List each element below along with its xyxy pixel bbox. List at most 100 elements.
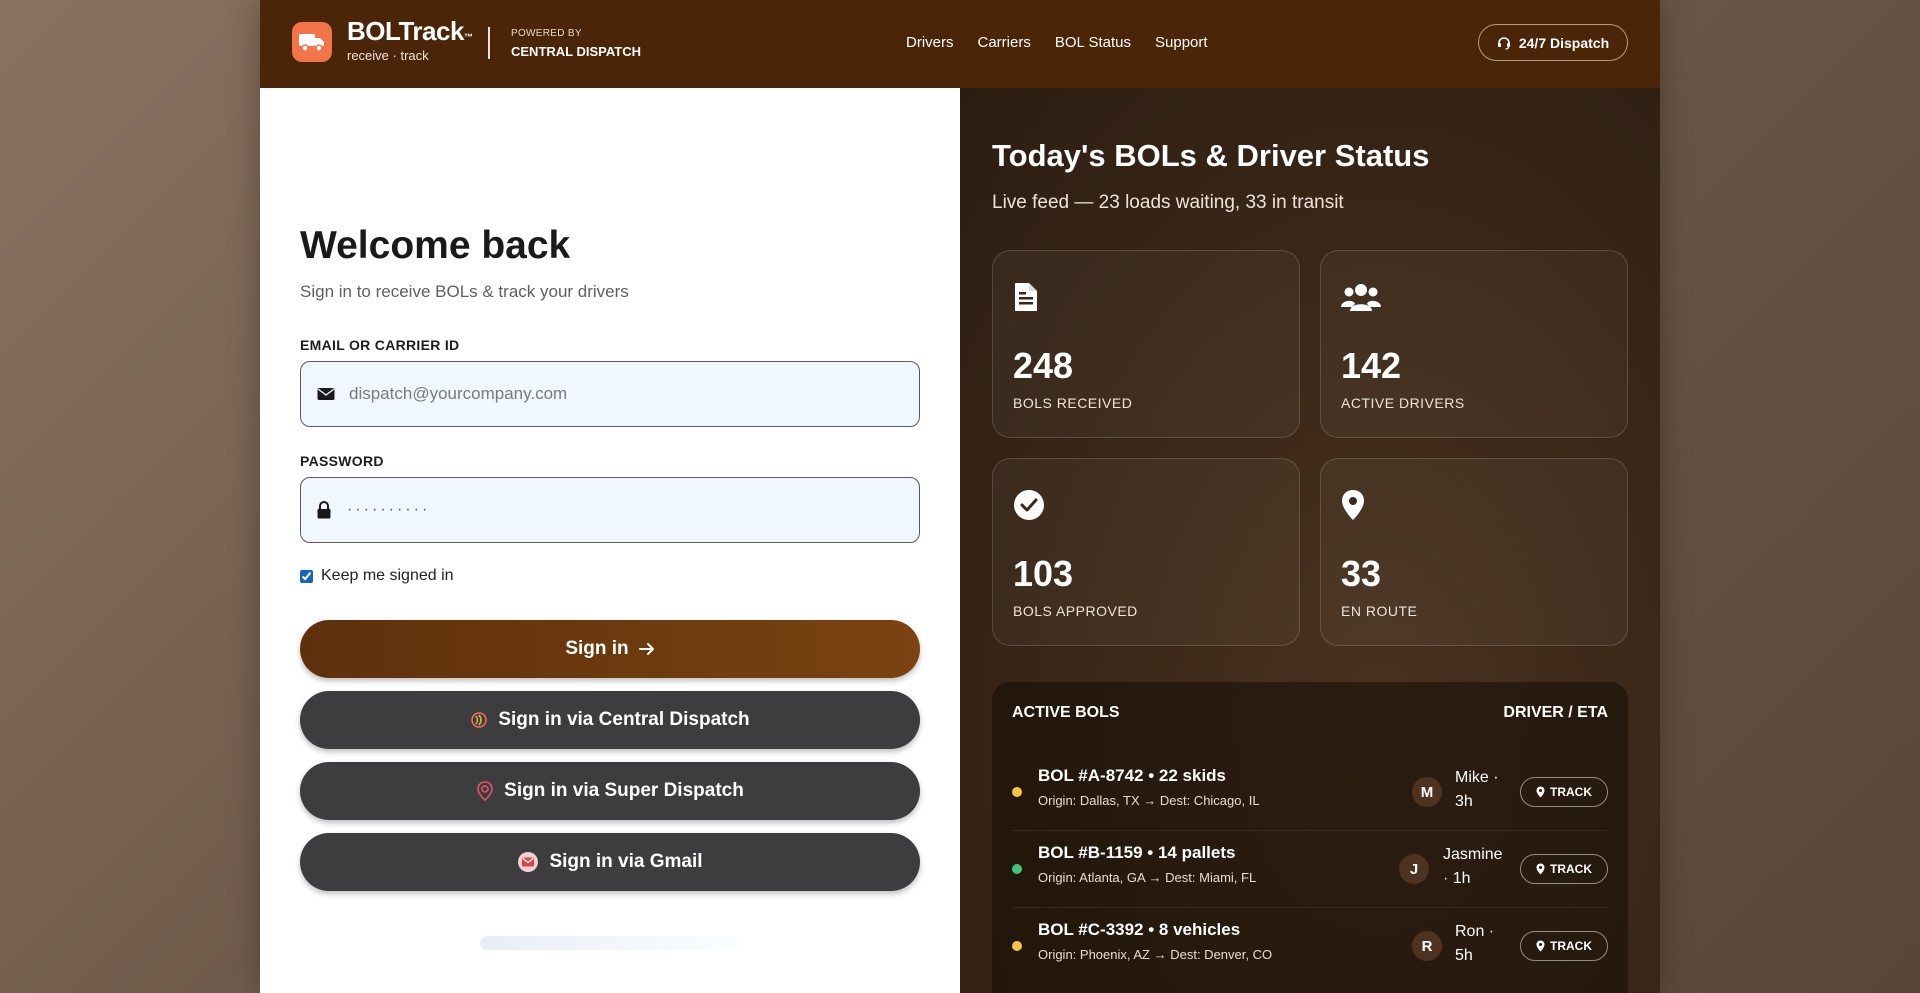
- track-button[interactable]: TRACK: [1520, 854, 1608, 884]
- nav-drivers[interactable]: Drivers: [906, 32, 954, 54]
- bol-row[interactable]: BOL #B-1159 • 14 pallets Origin: Atlanta…: [1012, 831, 1608, 908]
- driver-eta: Jasmine · 1h: [1443, 843, 1503, 891]
- stat-value: 248: [1013, 345, 1074, 386]
- active-bols-heading: ACTIVE BOLS: [1012, 704, 1120, 721]
- map-pin-icon: [1342, 490, 1364, 520]
- email-field[interactable]: [349, 384, 889, 404]
- driver-eta: Ron · 5h: [1455, 920, 1494, 968]
- central-dispatch-signin-label: Sign in via Central Dispatch: [498, 709, 750, 730]
- status-dot: [1012, 787, 1022, 797]
- stat-value: 103: [1013, 553, 1074, 594]
- central-dispatch-icon: [471, 712, 488, 728]
- login-title: Welcome back: [300, 224, 571, 267]
- login-panel: Welcome back Sign in to receive BOLs & t…: [260, 88, 960, 993]
- map-pin-icon: [1536, 786, 1545, 798]
- driver-avatar: J: [1399, 854, 1429, 884]
- bol-route: Origin: Phoenix, AZ → Dest: Denver, CO: [1038, 947, 1273, 962]
- powered-by-name: CENTRAL DISPATCH: [511, 44, 641, 59]
- login-subtitle: Sign in to receive BOLs & track your dri…: [300, 282, 629, 301]
- gmail-icon: [518, 852, 539, 872]
- driver-avatar: R: [1412, 931, 1442, 961]
- sign-in-button[interactable]: Sign in: [300, 620, 920, 678]
- remember-checkbox[interactable]: [300, 569, 313, 583]
- truck-logo-icon[interactable]: [292, 22, 332, 62]
- nav-bol-status[interactable]: BOL Status: [1055, 32, 1131, 54]
- brand-name: BOLTrack: [347, 16, 464, 46]
- track-label: TRACK: [1550, 939, 1592, 953]
- password-label: PASSWORD: [300, 453, 384, 469]
- password-field[interactable]: ··········: [300, 477, 920, 543]
- active-bols-card: ACTIVE BOLS DRIVER / ETA BOL #A-8742 • 2…: [992, 682, 1628, 993]
- driver-eta-time: 3h: [1455, 793, 1473, 810]
- stat-en-route: 33 EN ROUTE: [1320, 458, 1628, 646]
- bol-row[interactable]: BOL #C-3392 • 8 vehicles Origin: Phoenix…: [1012, 908, 1608, 985]
- stat-label: BOLS APPROVED: [1013, 603, 1138, 619]
- users-icon: [1341, 284, 1381, 311]
- stat-bols-approved: 103 BOLS APPROVED: [992, 458, 1300, 646]
- email-label: EMAIL OR CARRIER ID: [300, 337, 460, 353]
- dispatch-button[interactable]: 24/7 Dispatch: [1478, 24, 1628, 61]
- arrow-right-icon: [638, 643, 654, 655]
- sign-in-label: Sign in: [565, 638, 629, 659]
- super-dispatch-icon: [477, 781, 493, 801]
- driver-name: Mike ·: [1455, 769, 1499, 786]
- brand-tagline: receive · track: [347, 48, 429, 63]
- nav-carriers[interactable]: Carriers: [978, 32, 1031, 54]
- super-dispatch-signin-button[interactable]: Sign in via Super Dispatch: [300, 762, 920, 820]
- check-circle-icon: [1014, 490, 1044, 520]
- status-dot: [1012, 864, 1022, 874]
- powered-by: POWERED BY CENTRAL DISPATCH: [511, 28, 641, 61]
- password-value: ··········: [347, 501, 431, 518]
- track-label: TRACK: [1550, 862, 1592, 876]
- lock-icon: [317, 501, 331, 519]
- remember-me[interactable]: Keep me signed in: [300, 567, 454, 585]
- stat-active-drivers: 142 ACTIVE DRIVERS: [1320, 250, 1628, 438]
- bol-title: BOL #C-3392 • 8 vehicles: [1038, 920, 1241, 939]
- envelope-icon: [317, 388, 335, 400]
- driver-avatar: M: [1412, 777, 1442, 807]
- status-panel: Today's BOLs & Driver Status Live feed —…: [960, 88, 1660, 993]
- map-pin-icon: [1536, 863, 1545, 875]
- stat-bols-received: 248 BOLS RECEIVED: [992, 250, 1300, 438]
- stat-label: BOLS RECEIVED: [1013, 395, 1133, 411]
- driver-eta: Mike · 3h: [1455, 766, 1499, 814]
- track-button[interactable]: TRACK: [1520, 931, 1608, 961]
- driver-eta-time: · 1h: [1443, 870, 1471, 887]
- status-dot: [1012, 941, 1022, 951]
- headset-icon: [1497, 36, 1510, 50]
- track-label: TRACK: [1550, 785, 1592, 799]
- bol-title: BOL #A-8742 • 22 skids: [1038, 766, 1227, 785]
- driver-name: Ron ·: [1455, 923, 1495, 940]
- status-subtitle: Live feed — 23 loads waiting, 33 in tran…: [992, 192, 1344, 213]
- bol-route: Origin: Dallas, TX → Dest: Chicago, IL: [1038, 793, 1260, 808]
- map-pin-icon: [1536, 940, 1545, 952]
- stat-label: ACTIVE DRIVERS: [1341, 395, 1465, 411]
- brand-divider: [488, 27, 490, 59]
- super-dispatch-signin-label: Sign in via Super Dispatch: [504, 780, 744, 801]
- remember-label: Keep me signed in: [321, 567, 454, 584]
- email-field-box[interactable]: [300, 361, 920, 427]
- driver-name: Jasmine: [1443, 846, 1503, 863]
- stat-value: 33: [1341, 553, 1382, 594]
- bol-title: BOL #B-1159 • 14 pallets: [1038, 843, 1236, 862]
- central-dispatch-signin-button[interactable]: Sign in via Central Dispatch: [300, 691, 920, 749]
- nav-support[interactable]: Support: [1155, 32, 1208, 54]
- driver-eta-heading: DRIVER / ETA: [1503, 704, 1608, 721]
- status-title: Today's BOLs & Driver Status: [992, 138, 1430, 173]
- bol-row[interactable]: BOL #A-8742 • 22 skids Origin: Dallas, T…: [1012, 754, 1608, 831]
- stat-label: EN ROUTE: [1341, 603, 1418, 619]
- bol-route: Origin: Atlanta, GA → Dest: Miami, FL: [1038, 870, 1257, 885]
- powered-by-label: POWERED BY: [511, 28, 582, 39]
- stat-value: 142: [1341, 345, 1402, 386]
- gmail-signin-label: Sign in via Gmail: [549, 851, 703, 872]
- dispatch-button-label: 24/7 Dispatch: [1518, 34, 1610, 51]
- brand[interactable]: BOLTrack™ receive · track: [347, 16, 473, 64]
- track-button[interactable]: TRACK: [1520, 777, 1608, 807]
- app-frame: BOLTrack™ receive · track POWERED BY CEN…: [260, 0, 1660, 993]
- driver-eta-time: 5h: [1455, 947, 1473, 964]
- document-icon: [1015, 283, 1037, 311]
- main-nav: Drivers Carriers BOL Status Support: [906, 32, 1232, 54]
- top-header: BOLTrack™ receive · track POWERED BY CEN…: [260, 0, 1660, 88]
- gmail-signin-button[interactable]: Sign in via Gmail: [300, 833, 920, 891]
- trademark-mark: ™: [463, 32, 473, 42]
